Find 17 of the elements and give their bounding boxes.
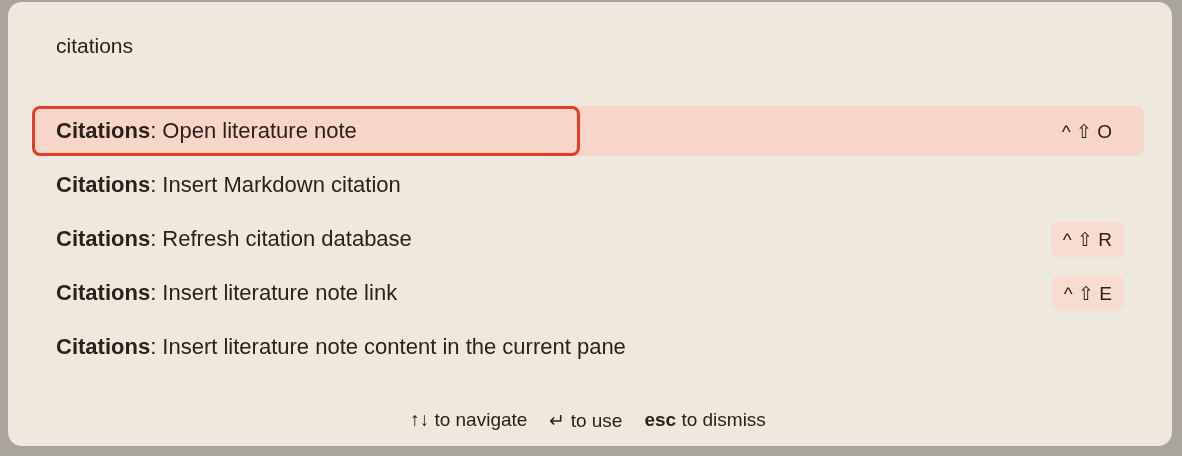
command-item[interactable]: Citations: Insert literature note content in the current pane: [32, 322, 1144, 372]
hotkey-label: ^ ⇧ O: [1060, 119, 1113, 144]
hotkey-badge: ^ ⇧ E: [1051, 275, 1124, 311]
instruction-hint: ↵ to use: [549, 409, 623, 432]
command-label: Citations: Open literature note: [56, 118, 357, 144]
command-label: Citations: Insert literature note content in the current pane: [56, 334, 626, 360]
command-item[interactable]: Citations: Refresh citation database ^ ⇧ R: [32, 214, 1144, 264]
command-item[interactable]: Citations: Insert Markdown citation: [32, 160, 1144, 210]
command-label: Citations: Insert Markdown citation: [56, 172, 401, 198]
instruction-hint: ↑↓ to navigate: [410, 409, 528, 432]
search-field[interactable]: citations: [32, 26, 480, 66]
command-label: Citations: Insert literature note link: [56, 280, 398, 306]
hotkey-badge: ^ ⇧ R: [1050, 221, 1124, 257]
command-item[interactable]: Citations: Insert literature note link ^ ⇧ E: [32, 268, 1144, 318]
instruction-hint: esc to dismiss: [644, 409, 766, 432]
command-label: Citations: Refresh citation database: [56, 226, 412, 252]
command-item[interactable]: Citations: Open literature note ^ ⇧ O: [32, 106, 1144, 156]
